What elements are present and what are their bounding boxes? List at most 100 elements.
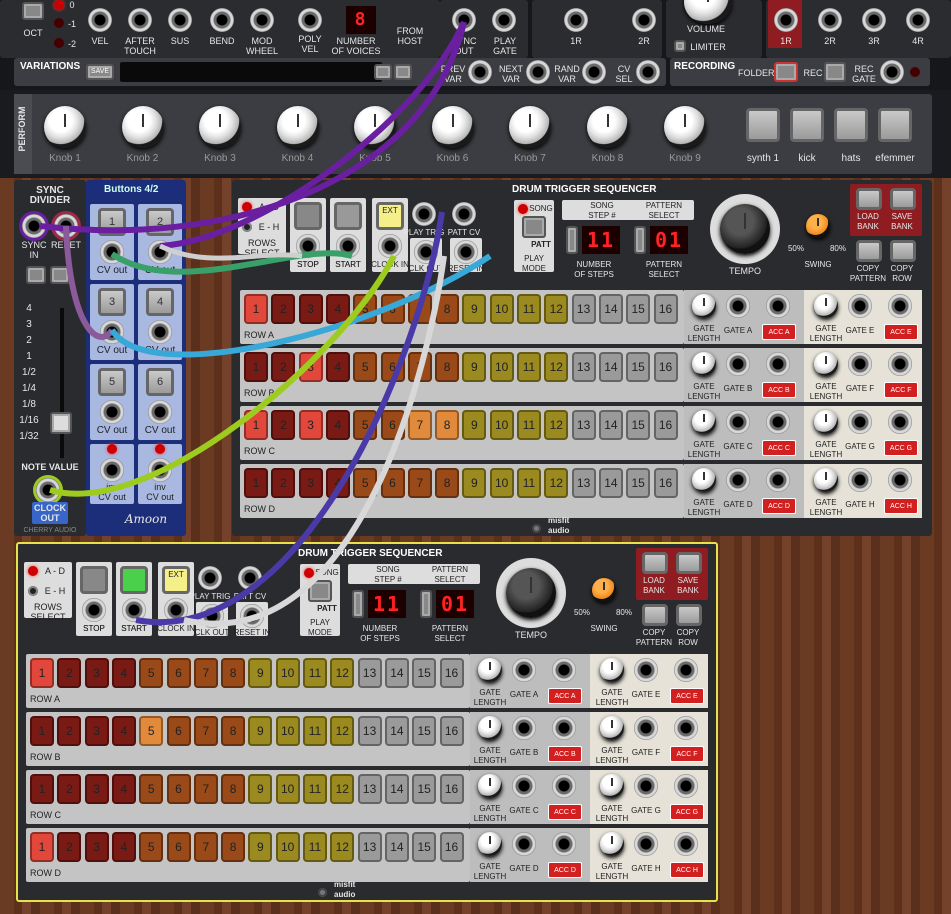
- seq2-row-0-gate2-jack[interactable]: [634, 658, 658, 682]
- seq1-row-2-step-1[interactable]: 1: [244, 410, 268, 440]
- perform-knob-3[interactable]: [199, 106, 241, 148]
- seq2-row-1-step-7[interactable]: 7: [193, 716, 218, 746]
- seq1-row-2-step-9[interactable]: 9: [462, 410, 487, 440]
- seq1-row-2-step-16[interactable]: 16: [653, 410, 678, 440]
- seq2-row-2-step-2[interactable]: 2: [57, 774, 82, 804]
- seq1-row-0-step-3[interactable]: 3: [298, 294, 323, 324]
- cv-sel-jack[interactable]: [636, 60, 660, 84]
- seq1-row-3-step-4[interactable]: 4: [325, 468, 350, 498]
- seq2-row-2-step-10[interactable]: 10: [275, 774, 300, 804]
- seq2-tempo-knob[interactable]: [506, 568, 556, 618]
- seq1-row-1-gate-length-knob[interactable]: [692, 352, 716, 376]
- seq1-row-3-step-14[interactable]: 14: [598, 468, 623, 498]
- seq1-row-2-step-10[interactable]: 10: [489, 410, 514, 440]
- seq2-row-2-step-8[interactable]: 8: [221, 774, 246, 804]
- seq1-row-3-step-6[interactable]: 6: [380, 468, 405, 498]
- seq1-row-2-gate2-jack[interactable]: [848, 410, 872, 434]
- variation-name-field[interactable]: [120, 62, 382, 82]
- seq1-ext-jack[interactable]: [378, 234, 402, 258]
- seq2-row-0-step-4[interactable]: 4: [111, 658, 136, 688]
- seq1-row-1-step-8[interactable]: 8: [435, 352, 460, 382]
- seq1-row-3-step-15[interactable]: 15: [626, 468, 651, 498]
- seq1-row-3-step-3[interactable]: 3: [298, 468, 323, 498]
- seq1-row-3-step-10[interactable]: 10: [489, 468, 514, 498]
- seq2-clk_out-jack[interactable]: [200, 604, 224, 628]
- seq1-row-0-step-1[interactable]: 1: [244, 294, 268, 324]
- seq2-row-1-step-10[interactable]: 10: [275, 716, 300, 746]
- seq2-row-2-step-15[interactable]: 15: [412, 774, 437, 804]
- seq1-row-0-step-16[interactable]: 16: [653, 294, 678, 324]
- reset-jack[interactable]: [54, 214, 78, 238]
- seq1-row-1-acc2-jack[interactable]: [888, 352, 912, 376]
- perform-button-4[interactable]: [878, 108, 912, 142]
- seq2-row-2-acc2-jack[interactable]: [674, 774, 698, 798]
- seq1-row-3-step-7[interactable]: 7: [407, 468, 432, 498]
- seq2-row-1-step-4[interactable]: 4: [111, 716, 136, 746]
- seq2-row-2-step-13[interactable]: 13: [357, 774, 382, 804]
- seq1-row-0-acc2-jack[interactable]: [888, 294, 912, 318]
- seq2-row-0-step-14[interactable]: 14: [384, 658, 409, 688]
- seq2-row-1-step-3[interactable]: 3: [84, 716, 109, 746]
- seq1-row-1-step-1[interactable]: 1: [244, 352, 268, 382]
- perform-button-1[interactable]: [746, 108, 780, 142]
- seq2-row-1-step-9[interactable]: 9: [248, 716, 273, 746]
- seq2-row-3-step-10[interactable]: 10: [275, 832, 300, 862]
- out-jack-1[interactable]: [818, 8, 842, 32]
- sync-in-jack[interactable]: [22, 214, 46, 238]
- out-jack-0[interactable]: [774, 8, 798, 32]
- seq2-row-1-gate-jack[interactable]: [512, 716, 536, 740]
- rec-button[interactable]: [824, 62, 846, 82]
- seq2-row-3-gate-length2-knob[interactable]: [600, 832, 624, 856]
- seq1-reset_in-jack[interactable]: [454, 240, 478, 264]
- seq1-row-1-step-15[interactable]: 15: [626, 352, 651, 382]
- seq1-row-1-step-14[interactable]: 14: [598, 352, 623, 382]
- seq1-start-jack[interactable]: [336, 234, 360, 258]
- seq1-row-0-step-11[interactable]: 11: [517, 294, 541, 324]
- seq2-row-0-step-3[interactable]: 3: [84, 658, 109, 688]
- seq2-row-1-step-2[interactable]: 2: [57, 716, 82, 746]
- seq2-row-1-step-14[interactable]: 14: [384, 716, 409, 746]
- seq2-row-2-gate2-jack[interactable]: [634, 774, 658, 798]
- seq1-row-1-step-4[interactable]: 4: [325, 352, 350, 382]
- dotted-mode-button[interactable]: [50, 266, 70, 284]
- seq1-row-2-step-6[interactable]: 6: [380, 410, 405, 440]
- seq1-play-mode-button[interactable]: [522, 216, 546, 238]
- seq1-row-0-step-14[interactable]: 14: [598, 294, 623, 324]
- seq2-row-0-step-6[interactable]: 6: [166, 658, 191, 688]
- perform-button-2[interactable]: [790, 108, 824, 142]
- seq1-row-3-gate-length2-knob[interactable]: [814, 468, 838, 492]
- seq2-row-3-acc-jack[interactable]: [552, 832, 576, 856]
- seq1-row-0-step-7[interactable]: 7: [407, 294, 432, 324]
- seq1-row-3-step-8[interactable]: 8: [435, 468, 460, 498]
- seq1-row-3-step-11[interactable]: 11: [517, 468, 541, 498]
- perform-knob-6[interactable]: [431, 106, 474, 148]
- note-mode-button[interactable]: [26, 266, 46, 284]
- seq1-stop-jack[interactable]: [296, 234, 320, 258]
- seq1-row-0-acc-jack[interactable]: [766, 294, 790, 318]
- seq2-row-0-step-2[interactable]: 2: [57, 658, 82, 688]
- seq1-steps-stepper[interactable]: [566, 226, 578, 254]
- perform-knob-4[interactable]: [276, 106, 319, 148]
- seq2-row-0-step-12[interactable]: 12: [330, 658, 355, 688]
- seq2-row-2-step-14[interactable]: 14: [384, 774, 409, 804]
- seq1-row-1-step-13[interactable]: 13: [571, 352, 596, 382]
- seq1-row-0-step-9[interactable]: 9: [462, 294, 487, 324]
- seq2-row-0-step-8[interactable]: 8: [221, 658, 246, 688]
- cv-out-jack-2[interactable]: [148, 240, 172, 264]
- seq2-row-0-step-15[interactable]: 15: [412, 658, 437, 688]
- rand-var-jack[interactable]: [582, 60, 606, 84]
- seq2-row-3-gate-jack[interactable]: [512, 832, 536, 856]
- variation-next-arrow[interactable]: [394, 64, 412, 80]
- seq2-row-0-step-1[interactable]: 1: [30, 658, 54, 688]
- seq2-row-2-acc-jack[interactable]: [552, 774, 576, 798]
- seq1-row-2-step-12[interactable]: 12: [544, 410, 569, 440]
- seq2-row-2-gate-length-knob[interactable]: [478, 774, 502, 798]
- seq1-row-2-step-5[interactable]: 5: [353, 410, 378, 440]
- cv-out-jack-5[interactable]: [100, 400, 124, 424]
- seq1-load-bank-button[interactable]: [856, 188, 882, 210]
- seq1-row-1-step-16[interactable]: 16: [653, 352, 678, 382]
- seq2-row-0-step-5[interactable]: 5: [139, 658, 164, 688]
- seq1-row-0-step-8[interactable]: 8: [435, 294, 460, 324]
- seq2-steps-stepper[interactable]: [352, 590, 364, 618]
- seq1-row-0-step-4[interactable]: 4: [325, 294, 350, 324]
